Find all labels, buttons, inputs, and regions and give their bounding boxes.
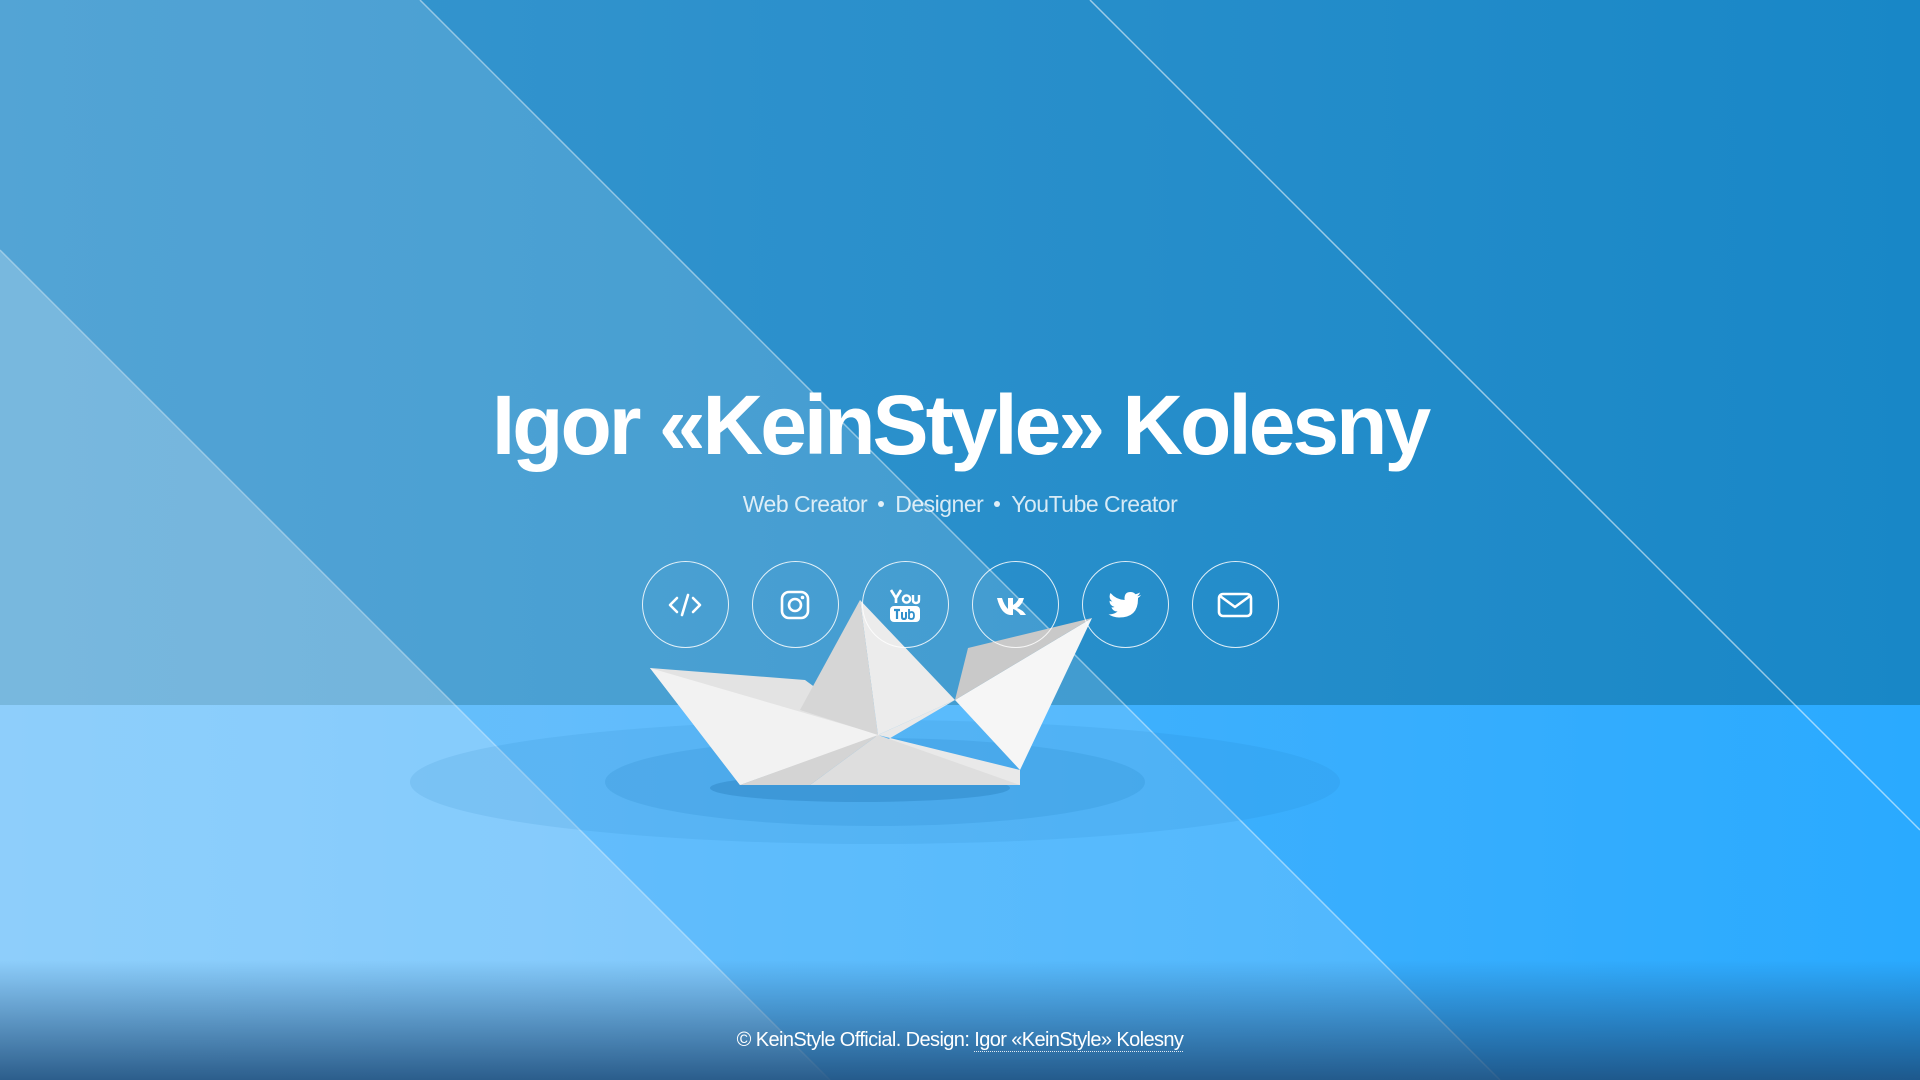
twitter-link-button[interactable] <box>1081 561 1169 648</box>
bullet-separator <box>878 501 885 507</box>
twitter-icon <box>1108 591 1141 617</box>
instagram-icon <box>780 590 810 619</box>
vk-link-button[interactable] <box>971 561 1059 648</box>
role-youtube-creator: YouTube Creator <box>1011 491 1178 517</box>
mail-icon <box>1217 592 1253 617</box>
roles-line: Web Creator Designer YouTube Creator <box>0 487 1920 521</box>
footer-author-link[interactable]: Igor «KeinStyle» Kolesny <box>974 1029 1184 1052</box>
page: Igor «KeinStyle» Kolesny Web Creator Des… <box>0 0 1920 1080</box>
youtube-icon <box>889 588 921 622</box>
code-link-button[interactable] <box>641 561 729 648</box>
instagram-link-button[interactable] <box>751 561 839 648</box>
vk-icon <box>997 597 1026 615</box>
background-illustration <box>0 0 1920 1080</box>
email-link-button[interactable] <box>1191 561 1279 648</box>
role-web-creator: Web Creator <box>742 491 868 517</box>
bullet-separator <box>994 501 1001 507</box>
social-links <box>0 561 1920 648</box>
footer-shade <box>0 960 1920 1080</box>
code-icon <box>668 593 702 616</box>
page-title: Igor «KeinStyle» Kolesny <box>491 378 1431 472</box>
youtube-link-button[interactable] <box>861 561 949 648</box>
footer-copyright: © KeinStyle Official. Design: <box>736 1029 975 1051</box>
role-designer: Designer <box>895 491 984 517</box>
footer: © KeinStyle Official. Design: Igor «Kein… <box>0 1022 1920 1058</box>
